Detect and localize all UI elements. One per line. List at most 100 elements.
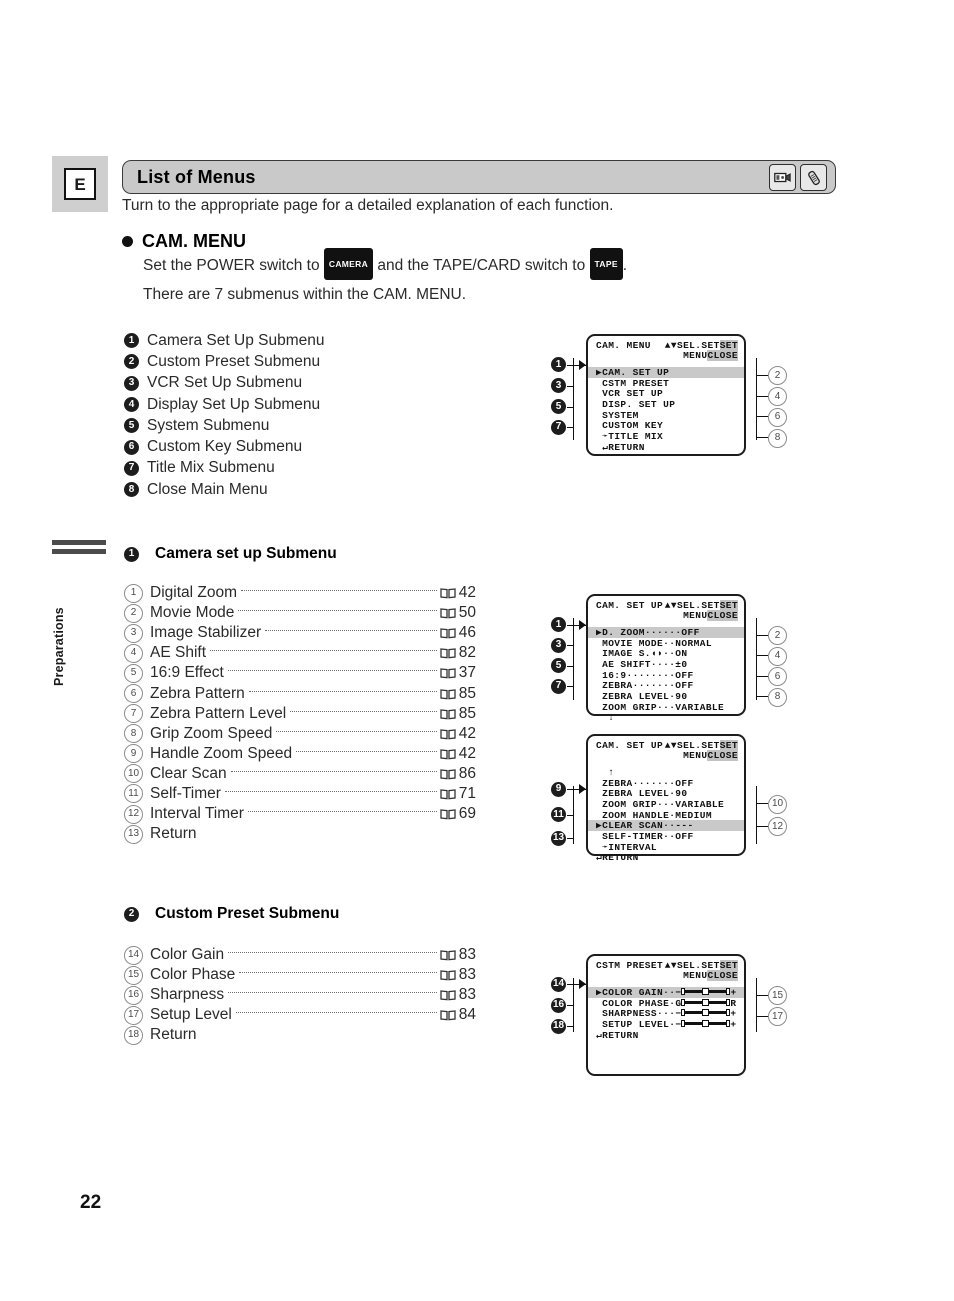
callout-number-open: 15 (768, 986, 787, 1005)
page-reference: 42 (440, 725, 476, 743)
page-reference: 83 (440, 946, 476, 964)
lcd-row-selected: ▶CLEAR SCAN··--- (588, 820, 744, 831)
list-item-number: 3 (124, 375, 139, 391)
callout-number-filled: 1 (551, 617, 566, 632)
list-item: 1 Camera Set Up Submenu (124, 330, 324, 351)
slider-track (709, 1011, 727, 1015)
lcd-row: SETUP LEVEL· − + (588, 1019, 744, 1030)
page-reference: 82 (440, 644, 476, 662)
callout-line (756, 395, 768, 397)
list-item-label: Close Main Menu (147, 480, 268, 498)
list-item: 8 Close Main Menu (124, 479, 324, 500)
toc-row: 13 Return (124, 824, 476, 844)
callout-number-open: 2 (768, 366, 787, 385)
callout-number-filled: 1 (551, 357, 566, 372)
lcd-panel-header: CAM. SET UP ▲▼SEL.SETSET MENUCLOSE (588, 736, 744, 767)
page-reference-number: 50 (458, 604, 476, 622)
toc-item-label: Movie Mode (150, 604, 235, 622)
callout-line (567, 665, 573, 667)
page-reference-number: 46 (458, 624, 476, 642)
toc-row: 6 Zebra Pattern 85 (124, 683, 476, 704)
leader-dots (227, 670, 437, 672)
callout-line (756, 655, 768, 657)
callout-spine-left (573, 978, 575, 1032)
lcd-row-group: ▶COLOR GAIN·· − + COLOR PHASE· G R SHARPNESS… (588, 987, 744, 1041)
lcd-row: ↑ (596, 766, 615, 778)
callout-arrow-icon (579, 784, 586, 794)
lcd-row: SHARPNESS··· − + (588, 1008, 744, 1019)
toc-item-number: 18 (124, 1025, 143, 1045)
toc-row: 18 Return (124, 1025, 476, 1045)
leader-dots (290, 710, 437, 712)
lcd-panel-cam-setup-1: CAM. SET UP ▲▼SEL.SETSET MENUCLOSE ▶D. ZOOM… (586, 594, 746, 723)
camcorder-icon (769, 164, 796, 191)
lcd-panel-title: CAM. MENU (596, 340, 651, 351)
callout-arrow-icon (579, 619, 586, 630)
lcd-row-group: ▶CAM. SET UP CSTM PRESET VCR SET UP DISP… (588, 367, 744, 453)
toc-item-number: 8 (124, 724, 143, 744)
list-item: 4 Display Set Up Submenu (124, 394, 324, 415)
submenu-list: 1 Camera Set Up Submenu 2 Custom Preset Sub… (124, 330, 324, 500)
leader-dots (235, 1012, 437, 1014)
toc-item-label: Return (150, 825, 197, 843)
list-item-number: 6 (124, 439, 139, 455)
lcd-row-label: SHARPNESS··· (596, 1008, 676, 1020)
language-tag-letter: E (64, 168, 96, 200)
slider-knob (702, 998, 710, 1006)
list-item-number: 8 (124, 482, 139, 498)
lcd-row: VCR SET UP (596, 388, 664, 400)
page-reference: 84 (440, 1006, 476, 1024)
chapter-tab-label: Preparations (52, 607, 66, 686)
toc-item-number: 17 (124, 1005, 143, 1025)
slider-end-right (726, 998, 731, 1006)
callout-number-filled: 5 (551, 658, 566, 673)
callout-line (567, 838, 573, 840)
page-reference-number: 37 (458, 664, 476, 682)
page-number: 22 (80, 1192, 102, 1213)
lcd-panel-title: CAM. SET UP (596, 740, 664, 751)
lcd-hint-close-highlight: CLOSE (707, 350, 738, 361)
toc-item-label: Color Gain (150, 946, 225, 964)
toc-item-label: Clear Scan (150, 764, 227, 782)
list-item: 3 VCR Set Up Submenu (124, 373, 324, 394)
toc-item-number: 10 (124, 764, 143, 784)
toc-item-label: 16:9 Effect (150, 664, 224, 682)
lcd-row: ↓ (596, 712, 615, 724)
toc-item-number: 12 (124, 804, 143, 824)
callout-arrow-icon (579, 359, 586, 370)
lcd-row-selected: ▶D. ZOOM······OFF (588, 627, 744, 638)
lcd-row-group: ▶D. ZOOM······OFF MOVIE MODE··NORMAL IMA… (588, 627, 744, 723)
page-reference-number: 42 (458, 724, 476, 742)
lcd-row: ➛TITLE MIX (596, 430, 664, 442)
callout-line (756, 416, 768, 418)
section2-heading: 2 Custom Preset Submenu (124, 905, 339, 923)
toc-row: 15 Color Phase 83 (124, 965, 476, 985)
leader-dots (238, 610, 437, 612)
list-item-number: 7 (124, 460, 139, 476)
toc-row: 5 16:9 Effect 37 (124, 663, 476, 683)
leader-dots (228, 952, 437, 954)
lcd-panel-header: CAM. MENU ▲▼SEL.SETSET MENUCLOSE (588, 336, 744, 367)
toc-item-number: 1 (124, 583, 143, 603)
list-item: 6 Custom Key Submenu (124, 436, 324, 457)
book-icon (440, 809, 456, 820)
section2-number: 2 (124, 906, 139, 922)
callout-number-open: 4 (768, 387, 787, 406)
page-reference-number: 85 (458, 684, 476, 702)
list-item-label: Camera Set Up Submenu (147, 331, 325, 349)
lcd-slider (681, 987, 731, 995)
lcd-hint-menu-plain: MENU (683, 750, 708, 761)
book-icon (440, 708, 456, 719)
lcd-row: ↵RETURN (588, 1030, 744, 1041)
page-reference-number: 86 (458, 764, 476, 782)
page-reference: 50 (440, 604, 476, 622)
lcd-panel-cam-setup-2: CAM. SET UP ▲▼SEL.SETSET MENUCLOSE ↑ ZEBRA… (586, 734, 746, 863)
callout-number-filled: 14 (551, 976, 566, 992)
lcd-row: MOVIE MODE··NORMAL (596, 637, 712, 649)
callout-line (756, 675, 768, 677)
toc-row: 4 AE Shift 82 (124, 643, 476, 663)
callout-number-open: 8 (768, 428, 787, 448)
callout-number-filled: 5 (551, 399, 566, 414)
book-icon (440, 668, 456, 679)
slider-track (709, 1021, 727, 1025)
